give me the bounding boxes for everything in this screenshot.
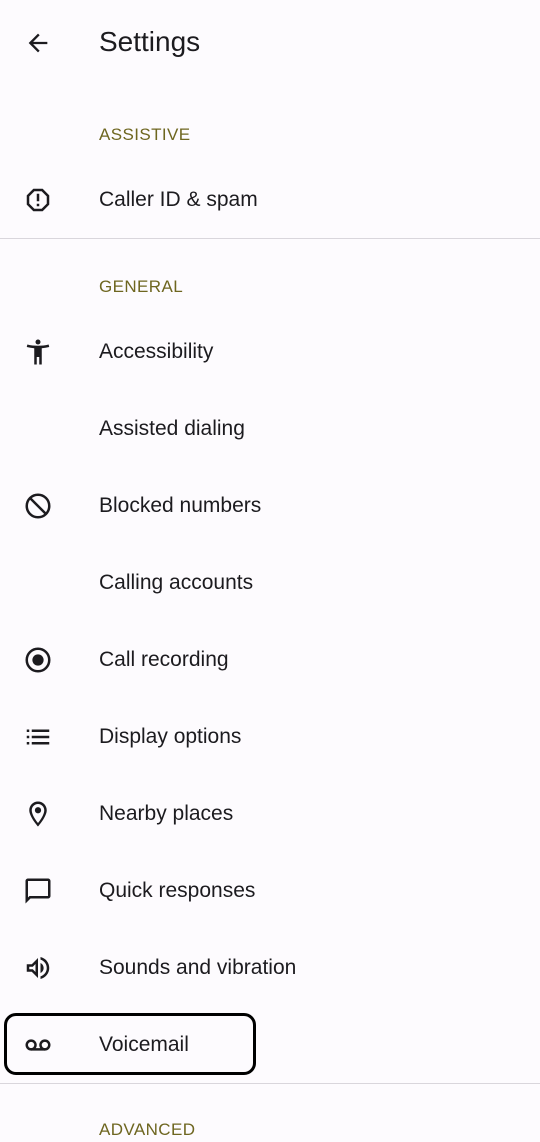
arrow-back-icon [24,29,52,57]
list-icon [22,721,54,753]
app-bar: Settings [0,0,540,86]
settings-item-label: Assisted dialing [99,416,245,440]
chat-bubble-icon [22,875,54,907]
settings-item-calling-accounts[interactable]: Calling accounts [0,544,540,621]
section-header-general: GENERAL [99,277,184,296]
settings-item-label: Call recording [99,647,229,671]
settings-item-voicemail[interactable]: Voicemail [0,1006,540,1083]
volume-icon [22,952,54,984]
settings-item-label: Display options [99,724,242,748]
back-button[interactable] [14,19,62,67]
settings-item-label: Calling accounts [99,570,254,594]
page-title: Settings [99,26,201,57]
divider [0,1083,540,1084]
settings-item-label: Sounds and vibration [99,955,297,979]
section-header-advanced: ADVANCED [99,1120,196,1139]
settings-item-label: Quick responses [99,878,256,902]
report-icon [22,184,54,216]
settings-item-label: Nearby places [99,801,234,825]
accessibility-icon [22,336,54,368]
settings-item-nearby-places[interactable]: Nearby places [0,775,540,852]
settings-item-assisted-dialing[interactable]: Assisted dialing [0,390,540,467]
settings-item-call-recording[interactable]: Call recording [0,621,540,698]
settings-item-sounds-vibration[interactable]: Sounds and vibration [0,929,540,1006]
voicemail-icon [22,1029,54,1061]
settings-item-display-options[interactable]: Display options [0,698,540,775]
settings-item-label: Blocked numbers [99,493,262,517]
settings-item-label: Voicemail [99,1032,189,1056]
settings-item-accessibility[interactable]: Accessibility [0,313,540,390]
settings-item-label: Caller ID & spam [99,187,258,211]
section-header-assistive: ASSISTIVE [99,125,191,144]
divider [0,238,540,239]
block-icon [22,490,54,522]
record-icon [22,644,54,676]
settings-item-label: Accessibility [99,339,214,363]
location-pin-icon [22,798,54,830]
settings-item-quick-responses[interactable]: Quick responses [0,852,540,929]
settings-item-blocked-numbers[interactable]: Blocked numbers [0,467,540,544]
settings-item-caller-id-spam[interactable]: Caller ID & spam [0,161,540,238]
